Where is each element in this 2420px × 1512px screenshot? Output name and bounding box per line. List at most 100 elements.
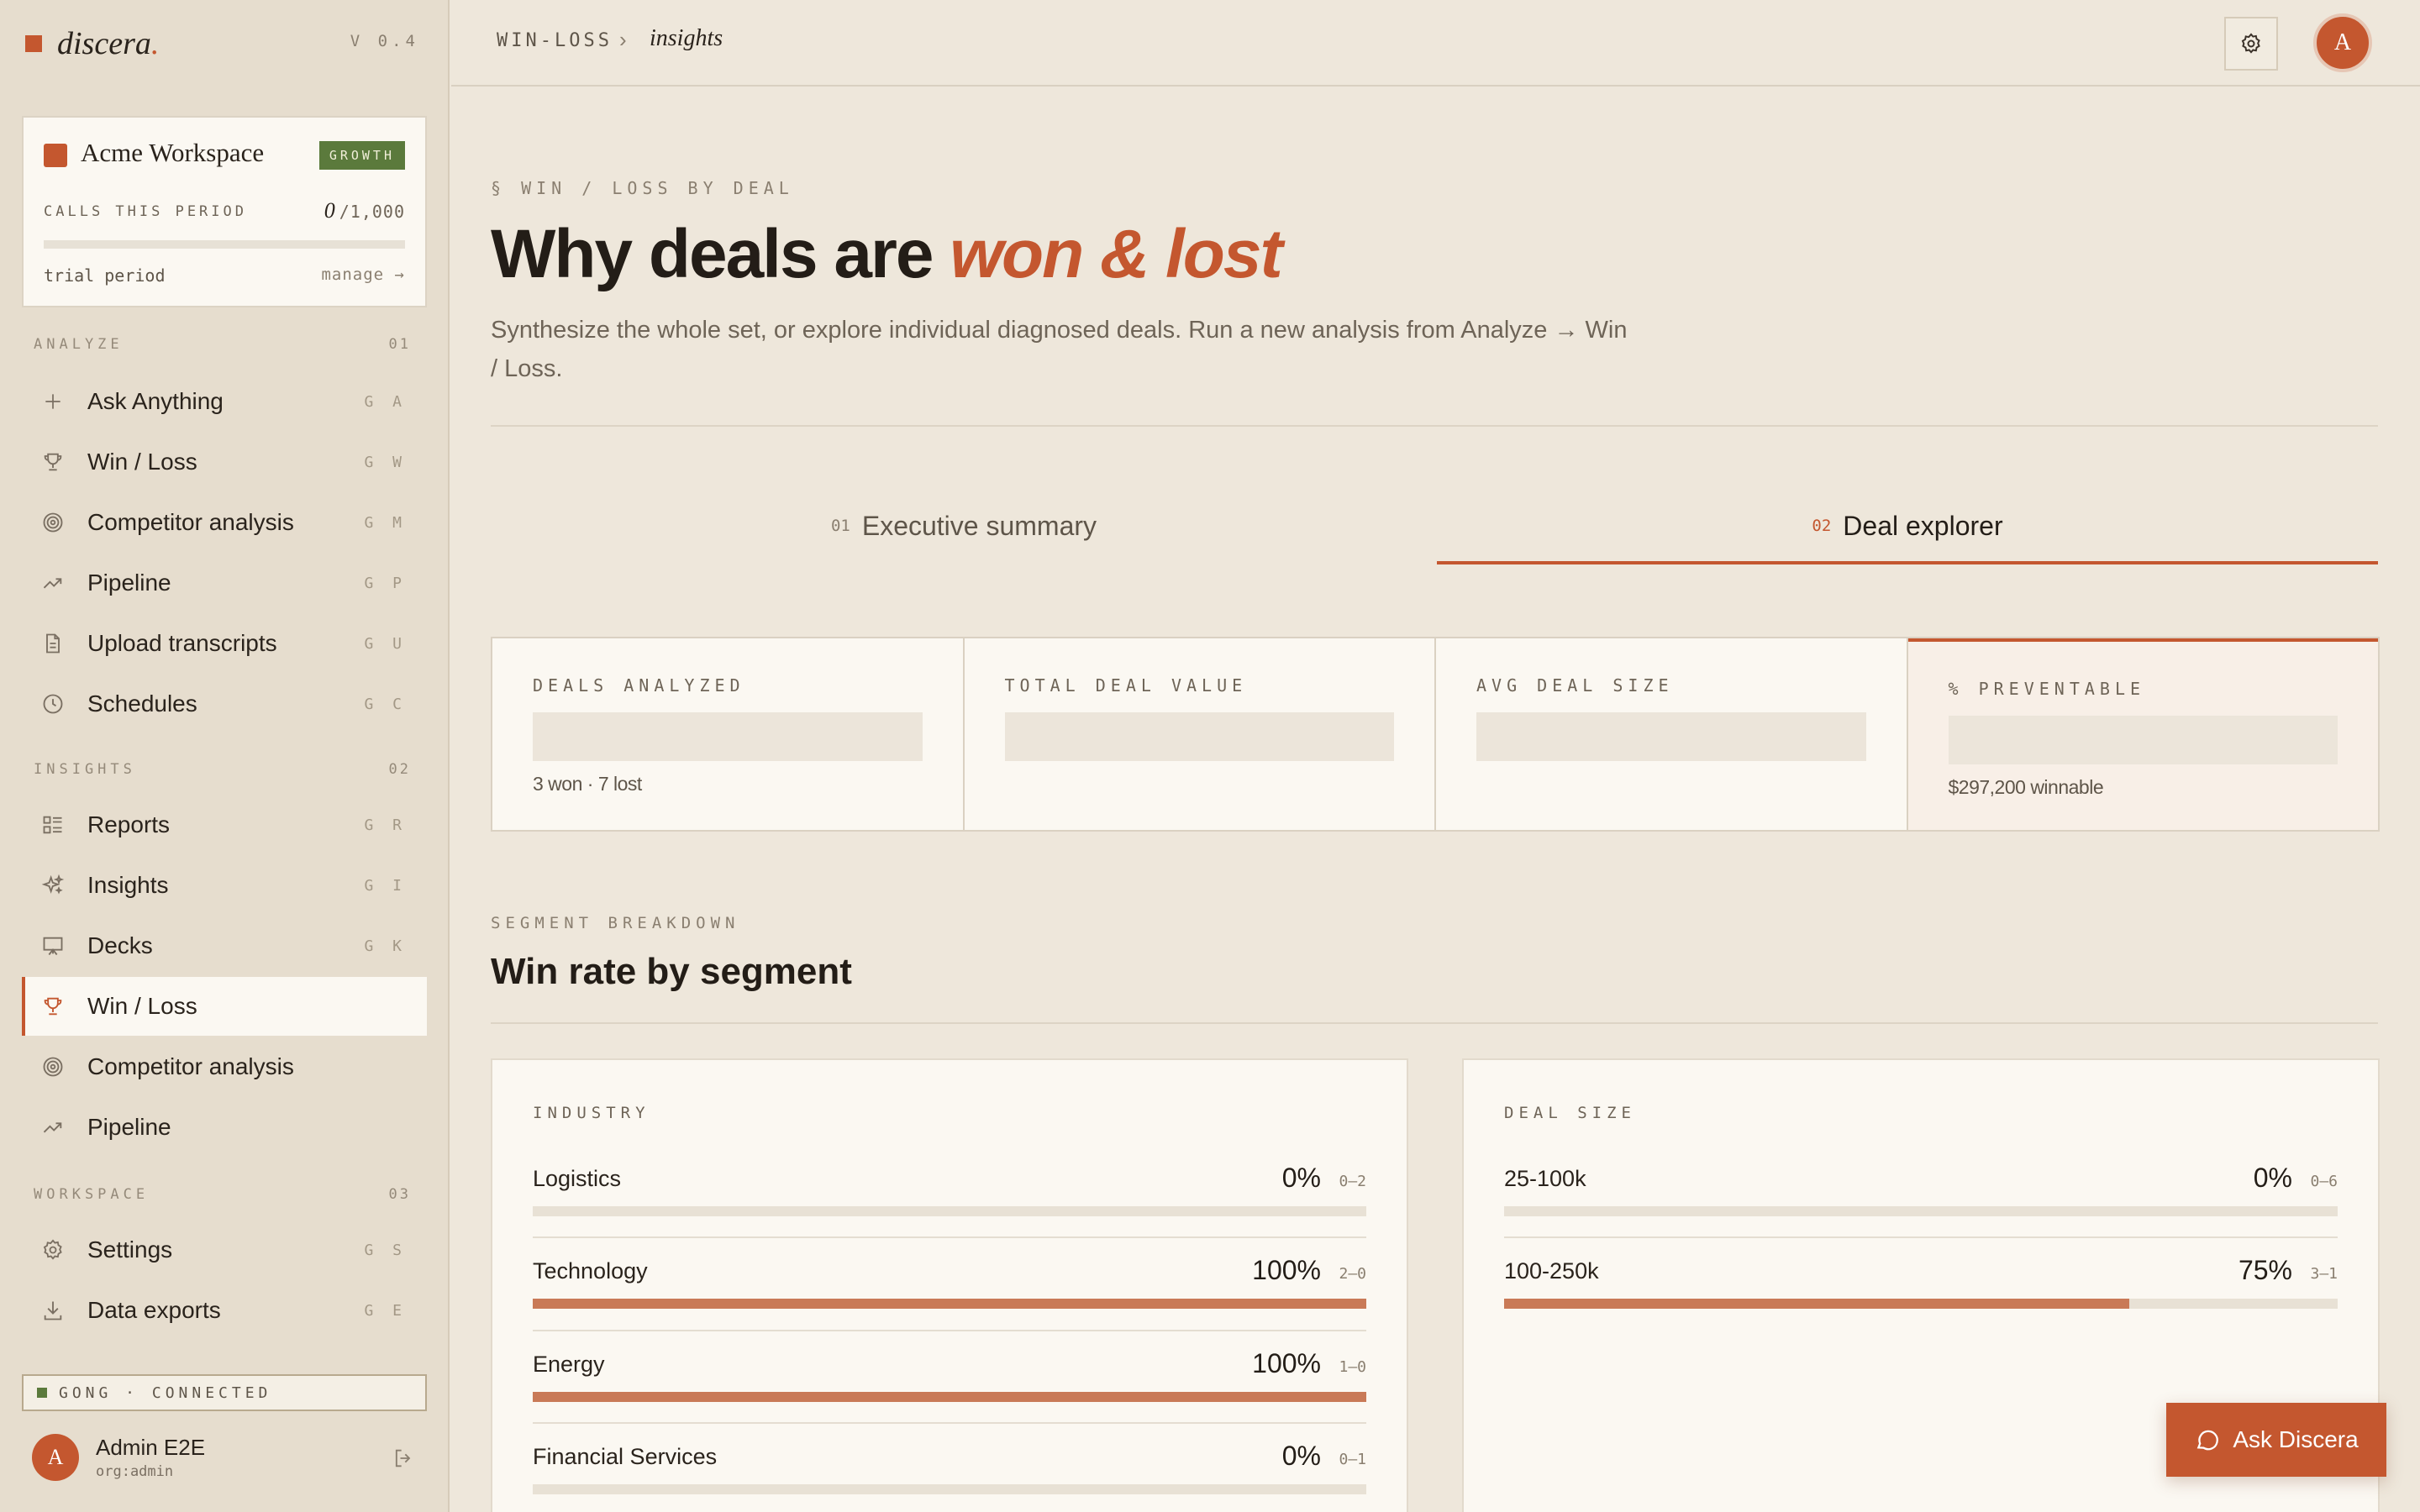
row-divider bbox=[1504, 1236, 2338, 1238]
document-icon bbox=[40, 631, 66, 656]
win-rate-track bbox=[533, 1206, 1366, 1216]
sidebar-item-insights[interactable]: Insights G I bbox=[22, 856, 427, 915]
sidebar-item-label: Pipeline bbox=[87, 1114, 171, 1140]
manage-link[interactable]: manage → bbox=[321, 265, 405, 284]
sidebar-item-settings[interactable]: Settings G S bbox=[22, 1221, 427, 1279]
page-subtitle: Synthesize the whole set, or explore ind… bbox=[491, 317, 1628, 382]
segment-name: Financial Services bbox=[533, 1444, 718, 1469]
integration-status[interactable]: GONG · CONNECTED bbox=[22, 1374, 427, 1411]
shortcut-hint: G U bbox=[364, 634, 407, 653]
sidebar-item-win-loss-active[interactable]: Win / Loss bbox=[22, 977, 427, 1036]
section-number: 02 bbox=[388, 761, 411, 778]
sidebar-item-competitor-analysis[interactable]: Competitor analysis G M bbox=[22, 493, 427, 552]
tab-deal-explorer[interactable]: 02 Deal explorer bbox=[1437, 487, 2378, 564]
segment-record: 3–1 bbox=[2310, 1265, 2338, 1283]
divider bbox=[491, 1022, 2378, 1024]
segment-record: 1–0 bbox=[1339, 1358, 1366, 1376]
sidebar-item-data-exports[interactable]: Data exports G E bbox=[22, 1281, 427, 1340]
shortcut-hint: G K bbox=[364, 937, 407, 955]
stat-value-placeholder bbox=[533, 712, 923, 761]
sidebar-item-upload-transcripts[interactable]: Upload transcripts G U bbox=[22, 614, 427, 673]
breadcrumb-current: insights bbox=[650, 25, 723, 51]
sidebar-item-reports[interactable]: Reports G R bbox=[22, 795, 427, 854]
stat-card-preventable: % PREVENTABLE $297,200 winnable bbox=[1907, 638, 2378, 830]
sidebar-item-pipeline-2[interactable]: Pipeline bbox=[22, 1098, 427, 1157]
gear-icon bbox=[40, 1237, 66, 1263]
version-label: V 0.4 bbox=[350, 32, 419, 50]
segment-record: 2–0 bbox=[1339, 1265, 1366, 1283]
panel-title: INDUSTRY bbox=[533, 1104, 650, 1122]
sidebar-item-label: Insights bbox=[87, 872, 169, 898]
sidebar-item-schedules[interactable]: Schedules G C bbox=[22, 675, 427, 733]
panel-title: DEAL SIZE bbox=[1504, 1104, 1636, 1122]
breadcrumb-separator: › bbox=[619, 27, 627, 52]
stat-subtext: 3 won · 7 lost bbox=[533, 773, 642, 795]
settings-button[interactable] bbox=[2224, 17, 2278, 71]
segment-win-rate: 100% bbox=[1252, 1348, 1321, 1378]
sidebar-item-win-loss[interactable]: Win / Loss G W bbox=[22, 433, 427, 491]
section-number: 03 bbox=[388, 1186, 411, 1203]
trophy-icon bbox=[40, 994, 66, 1019]
segment-title: Win rate by segment bbox=[491, 951, 852, 992]
section-workspace: WORKSPACE 03 bbox=[34, 1186, 411, 1203]
shortcut-hint: G I bbox=[364, 876, 407, 895]
page-eyebrow: § WIN / LOSS BY DEAL bbox=[491, 178, 794, 198]
clock-icon bbox=[40, 691, 66, 717]
sidebar-item-competitor-analysis-2[interactable]: Competitor analysis bbox=[22, 1037, 427, 1096]
sidebar-item-label: Data exports bbox=[87, 1297, 221, 1323]
chat-bubble-icon bbox=[2197, 1430, 2219, 1451]
plus-icon bbox=[40, 389, 66, 414]
segment-name: 100-250k bbox=[1504, 1258, 1599, 1284]
section-title: INSIGHTS bbox=[34, 761, 136, 778]
workspace-name: Acme Workspace bbox=[81, 138, 265, 167]
win-rate-fill bbox=[533, 1299, 1366, 1309]
target-icon bbox=[40, 510, 66, 535]
workspace-card[interactable]: Acme Workspace GROWTH CALLS THIS PERIOD … bbox=[22, 116, 427, 307]
user-org: org:admin bbox=[96, 1463, 174, 1480]
win-rate-fill bbox=[1504, 1299, 2129, 1309]
tab-label: Executive summary bbox=[861, 510, 1097, 541]
sidebar-item-label: Competitor analysis bbox=[87, 509, 294, 535]
user-avatar[interactable]: A bbox=[2313, 13, 2372, 72]
tab-number: 01 bbox=[830, 517, 850, 535]
shortcut-hint: G S bbox=[364, 1241, 407, 1259]
segment-name: Energy bbox=[533, 1352, 605, 1377]
sidebar-item-pipeline[interactable]: Pipeline G P bbox=[22, 554, 427, 612]
trending-up-icon bbox=[40, 570, 66, 596]
sidebar-item-decks[interactable]: Decks G K bbox=[22, 916, 427, 975]
gear-icon bbox=[2241, 33, 2260, 54]
sidebar-item-label: Win / Loss bbox=[87, 449, 197, 475]
logo[interactable]: discera. bbox=[25, 26, 159, 61]
segment-row: Logistics 0% 0–2 bbox=[533, 1144, 1366, 1236]
segment-record: 0–6 bbox=[2310, 1173, 2338, 1190]
sidebar-item-label: Upload transcripts bbox=[87, 630, 277, 656]
stat-label: TOTAL DEAL VALUE bbox=[1004, 675, 1248, 696]
win-rate-track bbox=[1504, 1206, 2338, 1216]
page-title-accent: won & lost bbox=[950, 216, 1283, 292]
row-divider bbox=[533, 1422, 1366, 1424]
logout-icon[interactable] bbox=[392, 1446, 417, 1472]
page-title: Why deals are won & lost bbox=[491, 215, 1283, 294]
stat-label: AVG DEAL SIZE bbox=[1476, 675, 1674, 696]
segment-row: Energy 100% 1–0 bbox=[533, 1330, 1366, 1422]
segment-name: 25-100k bbox=[1504, 1166, 1586, 1191]
sidebar-item-label: Ask Anything bbox=[87, 388, 224, 414]
stat-card-avg-deal-size: AVG DEAL SIZE bbox=[1436, 638, 1908, 830]
tab-executive-summary[interactable]: 01 Executive summary bbox=[491, 487, 1437, 564]
segment-record: 0–2 bbox=[1339, 1173, 1366, 1190]
ask-discera-button[interactable]: Ask Discera bbox=[2166, 1403, 2386, 1477]
trophy-icon bbox=[40, 449, 66, 475]
section-title: WORKSPACE bbox=[34, 1186, 150, 1203]
shortcut-hint: G A bbox=[364, 392, 407, 411]
segment-win-rate: 0% bbox=[1281, 1163, 1321, 1193]
sidebar-item-label: Win / Loss bbox=[87, 993, 197, 1019]
list-icon bbox=[40, 812, 66, 837]
trial-label: trial period bbox=[44, 265, 166, 286]
breadcrumb-root[interactable]: WIN-LOSS bbox=[497, 30, 613, 51]
stat-label: % PREVENTABLE bbox=[1948, 679, 2146, 699]
avatar[interactable]: A bbox=[32, 1434, 79, 1481]
win-rate-track bbox=[533, 1484, 1366, 1494]
segment-row: 25-100k 0% 0–6 bbox=[1504, 1144, 2338, 1236]
sidebar-item-ask-anything[interactable]: Ask Anything G A bbox=[22, 372, 427, 431]
segment-win-rate: 100% bbox=[1252, 1255, 1321, 1285]
